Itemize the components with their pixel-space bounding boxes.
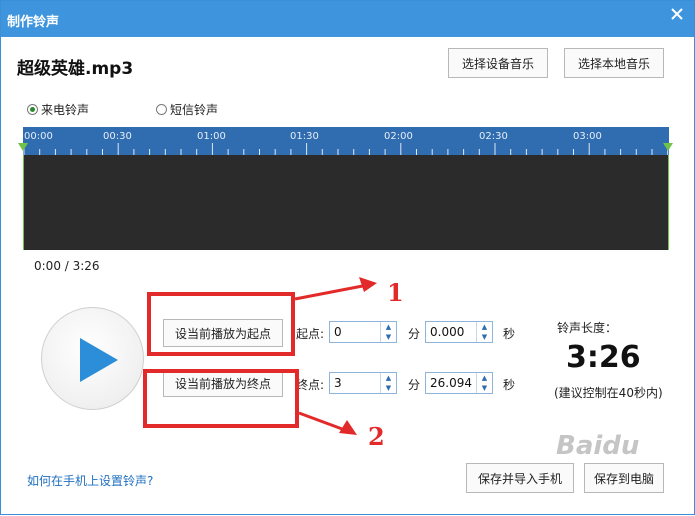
tick-label: 02:30 <box>479 131 508 142</box>
minute-unit: 分 <box>408 327 421 341</box>
playback-position: 0:00 / 3:26 <box>34 259 100 273</box>
radio-unselected-icon <box>156 104 167 115</box>
annotation-box-start <box>147 292 295 356</box>
tick-label: 02:00 <box>384 131 413 142</box>
second-unit: 秒 <box>503 327 516 341</box>
end-minutes-value: 3 <box>334 376 342 390</box>
start-minutes-value: 0 <box>334 325 342 339</box>
minute-unit: 分 <box>408 378 421 392</box>
end-label: 终点: <box>296 378 325 392</box>
start-seconds-input[interactable]: 0.000 ▲ ▼ <box>425 321 493 343</box>
save-to-pc-button[interactable]: 保存到电脑 <box>584 463 664 493</box>
down-arrow-icon[interactable]: ▼ <box>477 332 492 342</box>
select-local-music-button[interactable]: 选择本地音乐 <box>564 48 664 78</box>
down-arrow-icon[interactable]: ▼ <box>477 383 492 393</box>
end-seconds-input[interactable]: 26.094 ▲ ▼ <box>425 372 493 394</box>
second-unit: 秒 <box>503 378 516 392</box>
down-arrow-icon[interactable]: ▼ <box>381 383 396 393</box>
radio-incoming-call-label: 来电铃声 <box>41 103 90 117</box>
start-marker[interactable] <box>18 143 28 151</box>
ringtone-length-hint: (建议控制在40秒内) <box>554 386 663 400</box>
save-import-phone-button[interactable]: 保存并导入手机 <box>466 463 574 493</box>
waveform-area[interactable] <box>23 155 669 250</box>
spinner-arrows[interactable]: ▲ ▼ <box>380 373 396 393</box>
annotation-box-end <box>143 369 299 428</box>
radio-sms[interactable]: 短信铃声 <box>156 101 218 118</box>
up-arrow-icon[interactable]: ▲ <box>477 373 492 383</box>
end-minutes-input[interactable]: 3 ▲ ▼ <box>329 372 397 394</box>
radio-incoming-call[interactable]: 来电铃声 <box>27 101 89 118</box>
spinner-arrows[interactable]: ▲ ▼ <box>476 373 492 393</box>
ringtone-maker-window: 制作铃声 超级英雄.mp3 选择设备音乐 选择本地音乐 来电铃声 短信铃声 00… <box>0 0 695 515</box>
timeline-ruler[interactable]: 00:00 00:30 01:00 01:30 02:00 02:30 03:0… <box>23 127 669 155</box>
select-device-music-button[interactable]: 选择设备音乐 <box>448 48 548 78</box>
spinner-arrows[interactable]: ▲ ▼ <box>380 322 396 342</box>
window-title: 制作铃声 <box>7 15 60 30</box>
close-icon[interactable] <box>670 7 686 23</box>
play-icon <box>80 338 118 382</box>
ringtone-length-value: 3:26 <box>566 340 641 375</box>
end-marker[interactable] <box>663 143 673 151</box>
play-button[interactable] <box>41 307 144 410</box>
up-arrow-icon[interactable]: ▲ <box>381 373 396 383</box>
up-arrow-icon[interactable]: ▲ <box>381 322 396 332</box>
tick-label: 03:00 <box>573 131 602 142</box>
annotation-number-2: 2 <box>368 422 385 451</box>
tick-label: 00:00 <box>24 131 53 142</box>
radio-sms-label: 短信铃声 <box>170 103 219 117</box>
start-seconds-value: 0.000 <box>430 325 465 339</box>
title-bar: 制作铃声 <box>1 1 694 37</box>
radio-selected-icon <box>27 104 38 115</box>
baidu-watermark: Baidu <box>556 431 640 461</box>
help-link[interactable]: 如何在手机上设置铃声? <box>27 472 153 489</box>
tick-label: 00:30 <box>103 131 132 142</box>
up-arrow-icon[interactable]: ▲ <box>477 322 492 332</box>
down-arrow-icon[interactable]: ▼ <box>381 332 396 342</box>
end-seconds-value: 26.094 <box>430 376 472 390</box>
tick-label: 01:30 <box>290 131 319 142</box>
start-minutes-input[interactable]: 0 ▲ ▼ <box>329 321 397 343</box>
song-title: 超级英雄.mp3 <box>17 59 134 79</box>
spinner-arrows[interactable]: ▲ ▼ <box>476 322 492 342</box>
annotation-number-1: 1 <box>387 278 404 307</box>
tick-label: 01:00 <box>197 131 226 142</box>
ringtone-length-label: 铃声长度： <box>557 321 618 335</box>
start-label: 起点: <box>296 327 325 341</box>
